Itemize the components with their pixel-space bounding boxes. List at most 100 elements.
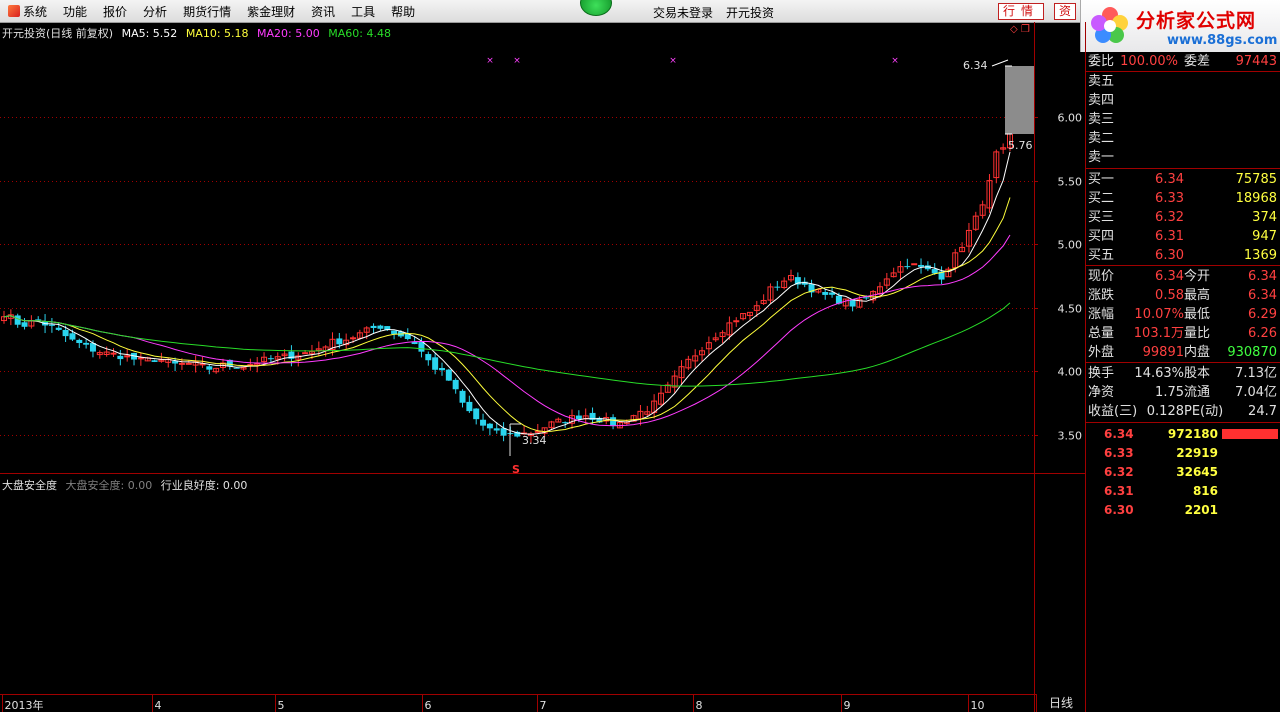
candle-body [110, 352, 117, 355]
buy-level-row: 买五 6.30 1369 [1086, 246, 1280, 265]
quote-label: 涨幅 [1088, 307, 1115, 322]
candlestick-chart[interactable]: 6.00 5.50 5.00 4.50 4.00 3.50 2013年 4 5 6 7 8 9 10 ×… [0, 22, 1086, 712]
moving-averages [3, 151, 1011, 435]
buy-level-row: 买四 6.31 947 [1086, 227, 1280, 246]
app-name: 开元投资 [726, 6, 775, 20]
sell-level-row: 卖二 [1086, 129, 1280, 148]
quote-value: 99891 [1142, 345, 1184, 360]
quote-label: 现价 [1088, 269, 1115, 284]
candle-body [267, 358, 274, 360]
date-tick-label: 9 [844, 699, 851, 712]
menu-item[interactable]: 报价 [95, 0, 135, 22]
ratio-value: 100.00% [1120, 54, 1178, 69]
candle-body [83, 342, 90, 345]
volume-price: 6.30 [1104, 503, 1134, 517]
info-value: 14.63% [1134, 366, 1184, 381]
buy-level-label: 买二 [1088, 191, 1115, 206]
divider [1086, 265, 1280, 266]
signal-marker: × [486, 56, 494, 66]
volume-row: 6.30 2201 [1086, 501, 1280, 519]
candle-body [534, 430, 541, 433]
menu-items: 系统 功能 报价 分析 期货行情 紫金理财 资讯 工具 帮助 [0, 0, 423, 22]
candle-body [302, 352, 309, 355]
info-value: 1.75 [1155, 385, 1184, 400]
quote-value: 0.58 [1155, 288, 1184, 303]
candle-body [391, 330, 398, 334]
candle-body [918, 264, 925, 267]
menu-item[interactable]: 系统 [0, 0, 55, 22]
chart-corner-icons[interactable]: ◇ ❐ [1010, 24, 1030, 35]
buy-level-label: 买四 [1088, 229, 1115, 244]
candle-body [904, 266, 911, 268]
quote-value: 6.29 [1248, 307, 1277, 322]
quote-row: 涨幅 10.07% 最低 6.29 [1086, 305, 1280, 324]
candle-body [199, 363, 206, 366]
ma20-line [3, 234, 1011, 427]
trade-button[interactable]: 资 [1054, 3, 1077, 20]
buy-level-price: 6.31 [1155, 229, 1184, 244]
candle-body [610, 417, 617, 426]
candle-body [486, 423, 493, 429]
tab-daily[interactable]: 日线 [1036, 694, 1085, 712]
menu-item[interactable]: 期货行情 [175, 0, 239, 22]
date-tick-label: 5 [278, 699, 285, 712]
info-label: PE(动) [1184, 404, 1224, 419]
quote-value: 6.34 [1248, 269, 1277, 284]
info-row: 净资 1.75 流通 7.04亿 [1086, 383, 1280, 402]
ma60-label: MA60: 4.48 [328, 27, 391, 40]
price-tick-label: 5.00 [1058, 239, 1083, 252]
diff-label: 委差 [1184, 54, 1211, 69]
price-tick-label: 3.50 [1058, 430, 1083, 443]
indicator-value-a: 大盘安全度: 0.00 [65, 479, 153, 492]
quote-row: 外盘 99891 内盘 930870 [1086, 343, 1280, 362]
candle-body [377, 325, 384, 329]
ma10-label: MA10: 5.18 [185, 27, 249, 40]
candle-body [500, 428, 507, 436]
candle-body [350, 337, 357, 340]
candle-body [849, 299, 856, 307]
menu-item[interactable]: 分析 [135, 0, 175, 22]
buy-level-price: 6.33 [1155, 191, 1184, 206]
ma10-line [3, 197, 1011, 433]
candle-body [48, 324, 55, 326]
buy-level-row: 买二 6.33 18968 [1086, 189, 1280, 208]
quote-label: 涨跌 [1088, 288, 1115, 303]
info-row: 收益(三) 0.128 PE(动) 24.7 [1086, 402, 1280, 421]
sell-level-row: 卖一 [1086, 148, 1280, 167]
candle-body [459, 390, 466, 403]
volume-row: 6.33 22919 [1086, 444, 1280, 462]
high-pointer [991, 59, 1009, 67]
info-row: 换手 14.63% 股本 7.13亿 [1086, 364, 1280, 383]
info-label: 收益(三) [1088, 404, 1138, 419]
quote-label: 最低 [1184, 307, 1211, 322]
candle-body [62, 329, 69, 337]
date-tick-label: 4 [155, 699, 162, 712]
quote-button[interactable]: 行情 [998, 3, 1045, 20]
candles [1, 72, 1013, 443]
login-status: 交易未登录 [653, 6, 714, 20]
menu-item[interactable]: 帮助 [383, 0, 423, 22]
sell-level-row: 卖四 [1086, 91, 1280, 110]
candle-body [452, 379, 459, 390]
menu-item-label: 期货行情 [183, 4, 232, 19]
menu-item[interactable]: 功能 [55, 0, 95, 22]
info-value: 24.7 [1248, 404, 1277, 419]
quote-value: 103.1万 [1133, 326, 1184, 341]
price-tick-label: 6.00 [1058, 112, 1083, 125]
candle-body [172, 361, 179, 364]
candle-body [445, 369, 452, 381]
quote-label: 内盘 [1184, 345, 1211, 360]
date-tick-label: 6 [425, 699, 432, 712]
divider [1086, 362, 1280, 363]
sell-level-row: 卖三 [1086, 110, 1280, 129]
brand-banner: 分析家公式网 www.88gs.com [1080, 0, 1280, 52]
info-label: 净资 [1088, 385, 1115, 400]
volume-row: 6.34 972180 [1086, 425, 1280, 443]
menu-item[interactable]: 紫金理财 [239, 0, 303, 22]
indicator-value-b: 行业良好度: 0.00 [160, 479, 248, 492]
ma5-line [3, 151, 1011, 435]
app-logo-icon [580, 0, 612, 16]
low-annotation: 3.34 [522, 434, 547, 447]
menu-item[interactable]: 工具 [343, 0, 383, 22]
menu-item[interactable]: 资讯 [303, 0, 343, 22]
